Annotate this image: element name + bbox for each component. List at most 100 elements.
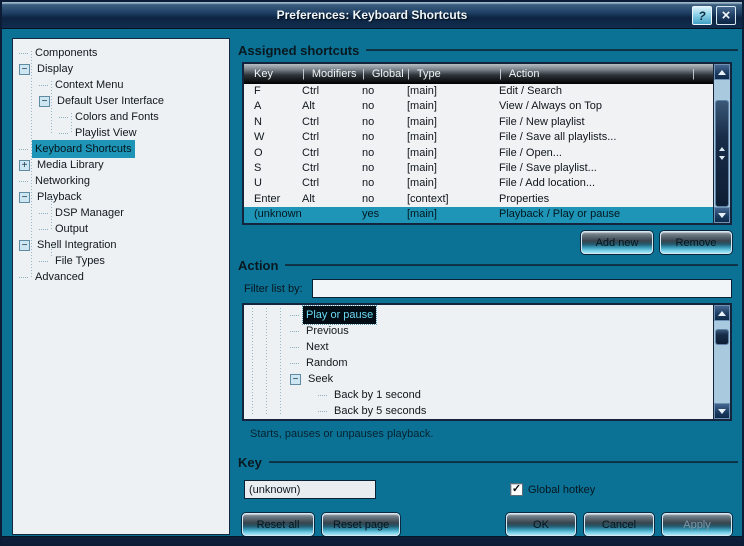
- table-row[interactable]: WCtrlno[main]File / Save all playlists..…: [244, 130, 730, 145]
- table-cell-global: no: [362, 146, 407, 161]
- action-item-back-by-5-seconds[interactable]: Back by 5 seconds: [244, 403, 730, 419]
- titlebar[interactable]: Preferences: Keyboard Shortcuts ? ×: [2, 2, 742, 29]
- action-heading: Action: [238, 258, 278, 273]
- sidebar-item-default-user-interface[interactable]: −Default User Interface: [13, 93, 229, 109]
- help-button[interactable]: ?: [692, 6, 712, 25]
- action-item-random[interactable]: Random: [244, 355, 730, 371]
- table-row[interactable]: FCtrlno[main]Edit / Search: [244, 84, 730, 99]
- collapse-icon[interactable]: −: [39, 96, 50, 107]
- close-icon: ×: [722, 8, 731, 23]
- table-row[interactable]: SCtrlno[main]File / Save playlist...: [244, 161, 730, 176]
- action-item-back-by-1-second[interactable]: Back by 1 second: [244, 387, 730, 403]
- action-item-previous[interactable]: Previous: [244, 323, 730, 339]
- table-row[interactable]: NCtrlno[main]File / New playlist: [244, 115, 730, 130]
- scroll-up-button[interactable]: [714, 64, 730, 80]
- global-hotkey-group: ✓ Global hotkey: [510, 483, 595, 496]
- collapse-icon[interactable]: −: [19, 240, 30, 251]
- global-hotkey-checkbox[interactable]: ✓: [510, 483, 523, 496]
- shortcuts-table[interactable]: KeyModifiersGlobalTypeAction FCtrlno[mai…: [242, 62, 732, 225]
- cancel-button[interactable]: Cancel: [584, 513, 654, 536]
- apply-button[interactable]: Apply: [662, 513, 732, 536]
- checkmark-icon: ✓: [512, 484, 521, 495]
- sidebar-item-output[interactable]: Output: [13, 221, 229, 237]
- key-row: ✓ Global hotkey: [238, 480, 738, 499]
- table-cell-type: [context]: [407, 192, 499, 207]
- reset-all-button[interactable]: Reset all: [242, 513, 314, 536]
- tree-connector: [318, 403, 327, 412]
- ok-button[interactable]: OK: [506, 513, 576, 536]
- table-cell-global: no: [362, 176, 407, 191]
- action-tree[interactable]: Play or pausePreviousNextRandom−SeekBack…: [242, 303, 732, 421]
- expand-icon[interactable]: +: [19, 160, 30, 171]
- column-header-global[interactable]: Global: [362, 64, 407, 84]
- sidebar-item-networking[interactable]: Networking: [13, 173, 229, 189]
- tree-connector: [39, 253, 48, 262]
- table-cell-global: no: [362, 161, 407, 176]
- thumb-arrow-up-icon: [719, 147, 725, 151]
- scroll-up-button[interactable]: [714, 305, 730, 321]
- dialog-buttons-row: Reset all Reset page OK Cancel Apply: [242, 513, 732, 537]
- sidebar-item-components[interactable]: Components: [13, 45, 229, 61]
- sidebar-item-context-menu[interactable]: Context Menu: [13, 77, 229, 93]
- sidebar-item-advanced[interactable]: Advanced: [13, 269, 229, 285]
- key-section-header: Key: [238, 454, 738, 470]
- sidebar-item-file-types[interactable]: File Types: [13, 253, 229, 269]
- tree-guide: [280, 308, 281, 416]
- table-cell-key: N: [244, 115, 302, 130]
- sidebar-tree[interactable]: Components−DisplayContext Menu−Default U…: [12, 38, 230, 535]
- close-button[interactable]: ×: [716, 6, 736, 25]
- table-row[interactable]: (unknown)yes[main]Playback / Play or pau…: [244, 207, 730, 222]
- window-title: Preferences: Keyboard Shortcuts: [277, 8, 468, 22]
- filter-list-input[interactable]: [312, 279, 732, 298]
- table-row[interactable]: OCtrlno[main]File / Open...: [244, 146, 730, 161]
- sidebar-item-display[interactable]: −Display: [13, 61, 229, 77]
- table-cell-action: File / Save playlist...: [499, 161, 692, 176]
- collapse-icon[interactable]: −: [19, 192, 30, 203]
- sidebar-item-colors-and-fonts[interactable]: Colors and Fonts: [13, 109, 229, 125]
- table-cell-type: [main]: [407, 161, 499, 176]
- preferences-window: Preferences: Keyboard Shortcuts ? × Comp…: [0, 0, 744, 546]
- scroll-down-button[interactable]: [714, 207, 730, 223]
- sidebar-item-dsp-manager[interactable]: DSP Manager: [13, 205, 229, 221]
- column-header-key[interactable]: Key: [244, 64, 302, 84]
- action-item-seek[interactable]: −Seek: [244, 371, 730, 387]
- sidebar-item-keyboard-shortcuts[interactable]: Keyboard Shortcuts: [13, 141, 229, 157]
- sidebar-item-shell-integration[interactable]: −Shell Integration: [13, 237, 229, 253]
- key-input[interactable]: [244, 480, 376, 499]
- table-cell-modifiers: Alt: [302, 99, 362, 114]
- tree-connector: [59, 125, 68, 134]
- shortcuts-table-body: FCtrlno[main]Edit / SearchAAltno[main]Vi…: [244, 84, 730, 223]
- action-item-next[interactable]: Next: [244, 339, 730, 355]
- collapse-icon[interactable]: −: [290, 374, 301, 385]
- tree-connector: [19, 141, 28, 150]
- add-new-button[interactable]: Add new: [581, 231, 653, 254]
- table-row[interactable]: UCtrlno[main]File / Add location...: [244, 176, 730, 191]
- arrow-up-icon: [718, 70, 726, 75]
- table-cell-modifiers: [302, 207, 362, 222]
- reset-page-button[interactable]: Reset page: [322, 513, 400, 536]
- table-cell-modifiers: Ctrl: [302, 161, 362, 176]
- action-item-play-or-pause[interactable]: Play or pause: [244, 307, 730, 323]
- column-header-action[interactable]: Action: [499, 64, 692, 84]
- column-header-modifiers[interactable]: Modifiers: [302, 64, 362, 84]
- remove-button[interactable]: Remove: [660, 231, 732, 254]
- sidebar-item-playback[interactable]: −Playback: [13, 189, 229, 205]
- table-cell-key: S: [244, 161, 302, 176]
- shortcuts-scrollbar[interactable]: [713, 64, 730, 223]
- scrollbar-thumb[interactable]: [715, 329, 729, 345]
- column-header-type[interactable]: Type: [407, 64, 499, 84]
- table-cell-action: Properties: [499, 192, 692, 207]
- table-row[interactable]: AAltno[main]View / Always on Top: [244, 99, 730, 114]
- collapse-icon[interactable]: −: [19, 64, 30, 75]
- scroll-down-button[interactable]: [714, 403, 730, 419]
- scrollbar-thumb[interactable]: [715, 100, 729, 207]
- sidebar-item-media-library[interactable]: +Media Library: [13, 157, 229, 173]
- tree-connector: [290, 323, 299, 332]
- section-rule: [285, 264, 738, 266]
- table-row[interactable]: EnterAltno[context]Properties: [244, 192, 730, 207]
- table-cell-action: Playback / Play or pause: [499, 207, 692, 222]
- action-scrollbar[interactable]: [713, 305, 730, 419]
- action-section-header: Action: [238, 257, 738, 273]
- tree-connector: [19, 269, 28, 278]
- sidebar-item-playlist-view[interactable]: Playlist View: [13, 125, 229, 141]
